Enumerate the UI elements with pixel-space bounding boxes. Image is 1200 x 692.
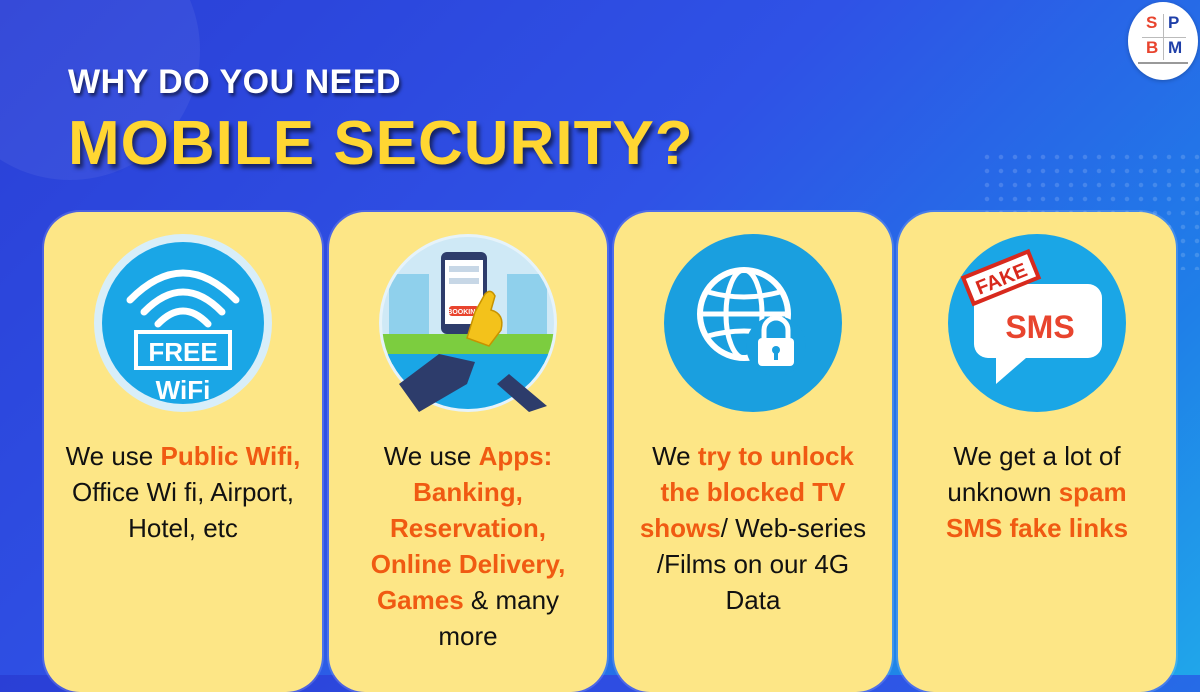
card-spam-sms: SMS FAKE We get a lot of unknown spam SM… bbox=[898, 212, 1176, 692]
logo-divider-v bbox=[1163, 14, 1164, 60]
card-public-wifi: FREE WiFi We use Public Wifi, Office Wi … bbox=[44, 212, 322, 692]
globe-lock-icon bbox=[664, 234, 842, 412]
logo-letter-p: P bbox=[1168, 13, 1180, 32]
text-plain: We use bbox=[65, 441, 161, 471]
fake-sms-icon: SMS FAKE bbox=[948, 234, 1126, 412]
text-plain: We use bbox=[383, 441, 479, 471]
wifi-free-text: FREE bbox=[148, 337, 217, 367]
card-unlock-shows: We try to unlock the blocked TV shows/ W… bbox=[614, 212, 892, 692]
card-text: We use Apps: Banking, Reservation, Onlin… bbox=[347, 438, 589, 654]
text-plain: Office Wi fi, Airport, Hotel, etc bbox=[71, 477, 294, 543]
logo-letter-b: B bbox=[1146, 38, 1159, 57]
text-highlight: Public Wifi, bbox=[160, 441, 301, 471]
card-text: We get a lot of unknown spam SMS fake li… bbox=[916, 438, 1158, 546]
card-apps: BOOKING We use Apps: Banking, Reservatio… bbox=[329, 212, 607, 692]
text-plain: We bbox=[652, 441, 698, 471]
title-line-2: MOBILE SECURITY? bbox=[68, 109, 694, 178]
spbm-logo: S P B M bbox=[1128, 2, 1198, 80]
card-text: We use Public Wifi, Office Wi fi, Airpor… bbox=[62, 438, 304, 546]
mobile-booking-app-icon: BOOKING bbox=[379, 234, 557, 412]
wifi-wifi-text: WiFi bbox=[156, 375, 211, 405]
sms-text: SMS bbox=[1005, 309, 1074, 345]
logo-tagline bbox=[1138, 62, 1188, 64]
free-wifi-icon: FREE WiFi bbox=[94, 234, 272, 412]
card-text: We try to unlock the blocked TV shows/ W… bbox=[632, 438, 874, 618]
title-line-1: WHY DO YOU NEED bbox=[68, 63, 402, 101]
logo-letter-s: S bbox=[1146, 13, 1158, 32]
logo-letter-m: M bbox=[1168, 38, 1183, 57]
